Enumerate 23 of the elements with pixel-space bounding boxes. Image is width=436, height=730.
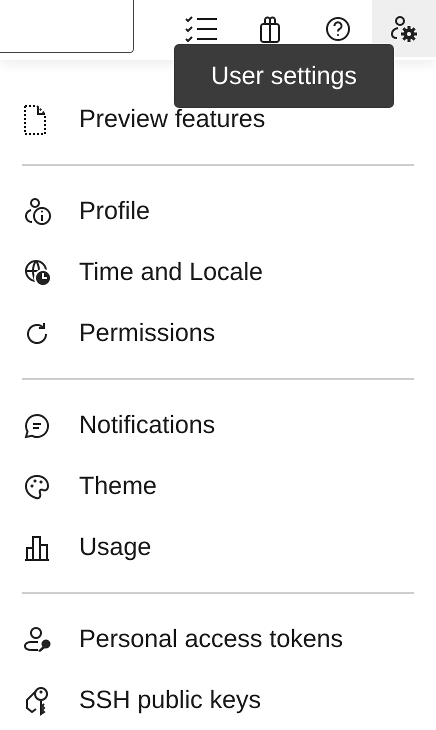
help-icon <box>325 16 351 42</box>
bar-chart-icon <box>24 534 50 560</box>
menu-item[interactable]: Notifications <box>0 395 436 456</box>
preview-icon <box>24 104 46 134</box>
menu-item[interactable]: Permissions <box>0 303 436 364</box>
menu-item[interactable]: Profile <box>0 181 436 242</box>
settings-icon <box>389 14 419 42</box>
menu-item[interactable]: Personal access tokens <box>0 609 436 670</box>
toolbar-button[interactable] <box>372 0 436 57</box>
person-key-icon <box>24 626 52 652</box>
menu-item[interactable]: Time and Locale <box>0 242 436 303</box>
checklist-icon <box>185 16 219 42</box>
menu-item[interactable]: SSH public keys <box>0 670 436 730</box>
tooltip: User settings <box>174 44 394 108</box>
menu-item[interactable]: Theme <box>0 456 436 517</box>
palette-icon <box>24 474 50 500</box>
search-field[interactable] <box>0 0 134 53</box>
chat-icon <box>24 412 50 438</box>
menu-item[interactable]: Usage <box>0 517 436 578</box>
gift-icon <box>259 14 281 42</box>
globe-clock-icon <box>24 258 52 286</box>
profile-icon <box>24 198 52 226</box>
refresh-icon <box>24 320 50 346</box>
